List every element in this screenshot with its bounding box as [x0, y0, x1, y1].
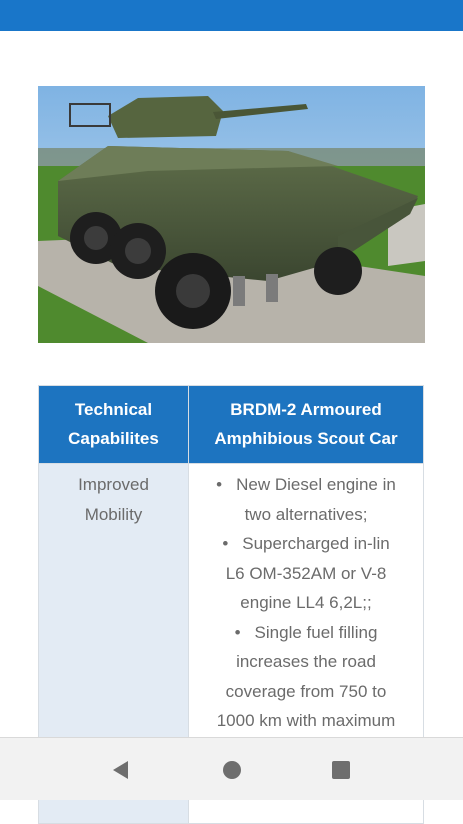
top-app-bar — [0, 0, 463, 31]
detail-line: increases the road — [236, 652, 376, 671]
table-header-row: Technical Capabilites BRDM-2 Armoured Am… — [38, 385, 424, 464]
system-navigation-bar — [0, 737, 463, 800]
home-icon — [223, 761, 241, 779]
column-header-capabilities: Technical Capabilites — [38, 385, 189, 464]
back-button[interactable] — [109, 758, 133, 782]
home-button[interactable] — [220, 758, 244, 782]
detail-line: L6 OM-352AM or V-8 — [225, 563, 387, 583]
detail-line: coverage from 750 to — [225, 681, 387, 701]
column-header-vehicle: BRDM-2 Armoured Amphibious Scout Car — [188, 385, 424, 464]
detail-item: Single fuel filling increases the road c… — [195, 618, 417, 736]
detail-line: two alternatives; — [244, 504, 368, 524]
recents-button[interactable] — [329, 758, 353, 782]
detail-line: New Diesel engine in — [195, 470, 417, 500]
detail-line: Supercharged in-lin — [195, 529, 417, 559]
back-icon — [113, 761, 128, 779]
recents-icon — [332, 761, 350, 779]
detail-line: 1000 km with maximum — [216, 711, 396, 730]
detail-item: New Diesel engine in two alternatives; — [195, 470, 417, 529]
capability-line: Mobility — [84, 504, 143, 524]
detail-item: Supercharged in-lin L6 OM-352AM or V-8 e… — [195, 529, 417, 618]
detail-line: engine LL4 6,2L;; — [240, 593, 372, 612]
capability-line: Improved — [78, 475, 149, 494]
vehicle-photo — [38, 86, 425, 343]
detail-line: Single fuel filling — [195, 618, 417, 648]
